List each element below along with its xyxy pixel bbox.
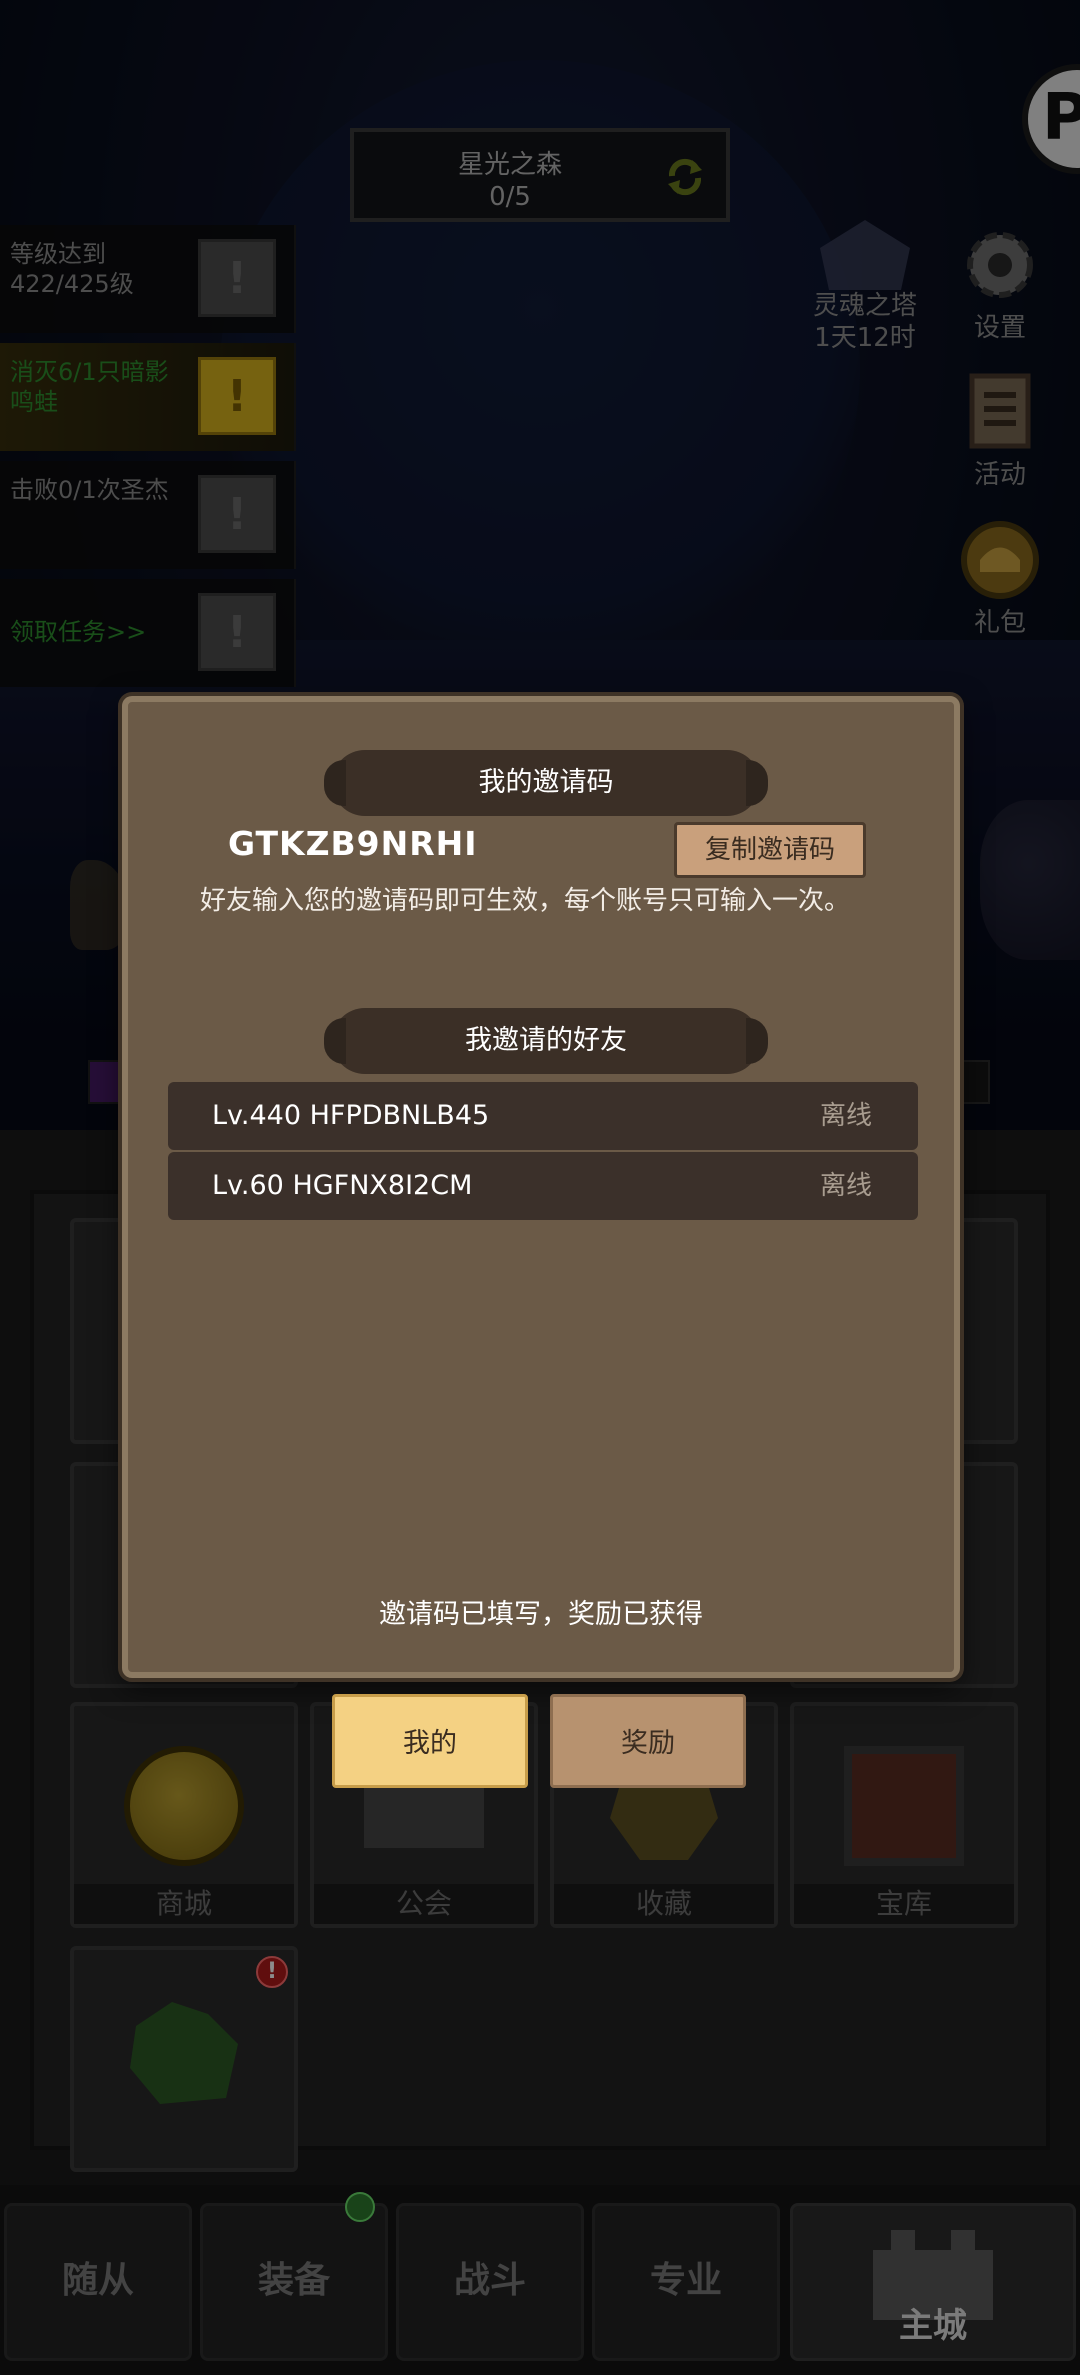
friend-name: Lv.60 HGFNX8I2CM: [212, 1170, 473, 1201]
copy-invite-code-button[interactable]: 复制邀请码: [674, 822, 866, 878]
invite-dialog: 我的邀请码 GTKZB9NRHI 复制邀请码 好友输入您的邀请码即可生效，每个账…: [122, 696, 960, 1678]
list-item[interactable]: Lv.440 HFPDBNLB45 离线: [168, 1082, 918, 1150]
tab-mine[interactable]: 我的: [332, 1694, 528, 1788]
invite-code: GTKZB9NRHI: [228, 824, 478, 863]
reward-status-message: 邀请码已填写，奖励已获得: [379, 1599, 703, 1630]
friend-status: 离线: [819, 1101, 872, 1131]
friend-name: Lv.440 HFPDBNLB45: [212, 1100, 490, 1131]
invite-code-header: 我的邀请码: [324, 750, 768, 816]
tab-reward[interactable]: 奖励: [550, 1694, 746, 1788]
friends-list: Lv.440 HFPDBNLB45 离线 Lv.60 HGFNX8I2CM 离线: [168, 1082, 918, 1222]
invited-friends-header: 我邀请的好友: [324, 1008, 768, 1074]
list-item[interactable]: Lv.60 HGFNX8I2CM 离线: [168, 1152, 918, 1220]
invite-description: 好友输入您的邀请码即可生效，每个账号只可输入一次。: [200, 886, 851, 916]
friend-status: 离线: [819, 1171, 872, 1201]
